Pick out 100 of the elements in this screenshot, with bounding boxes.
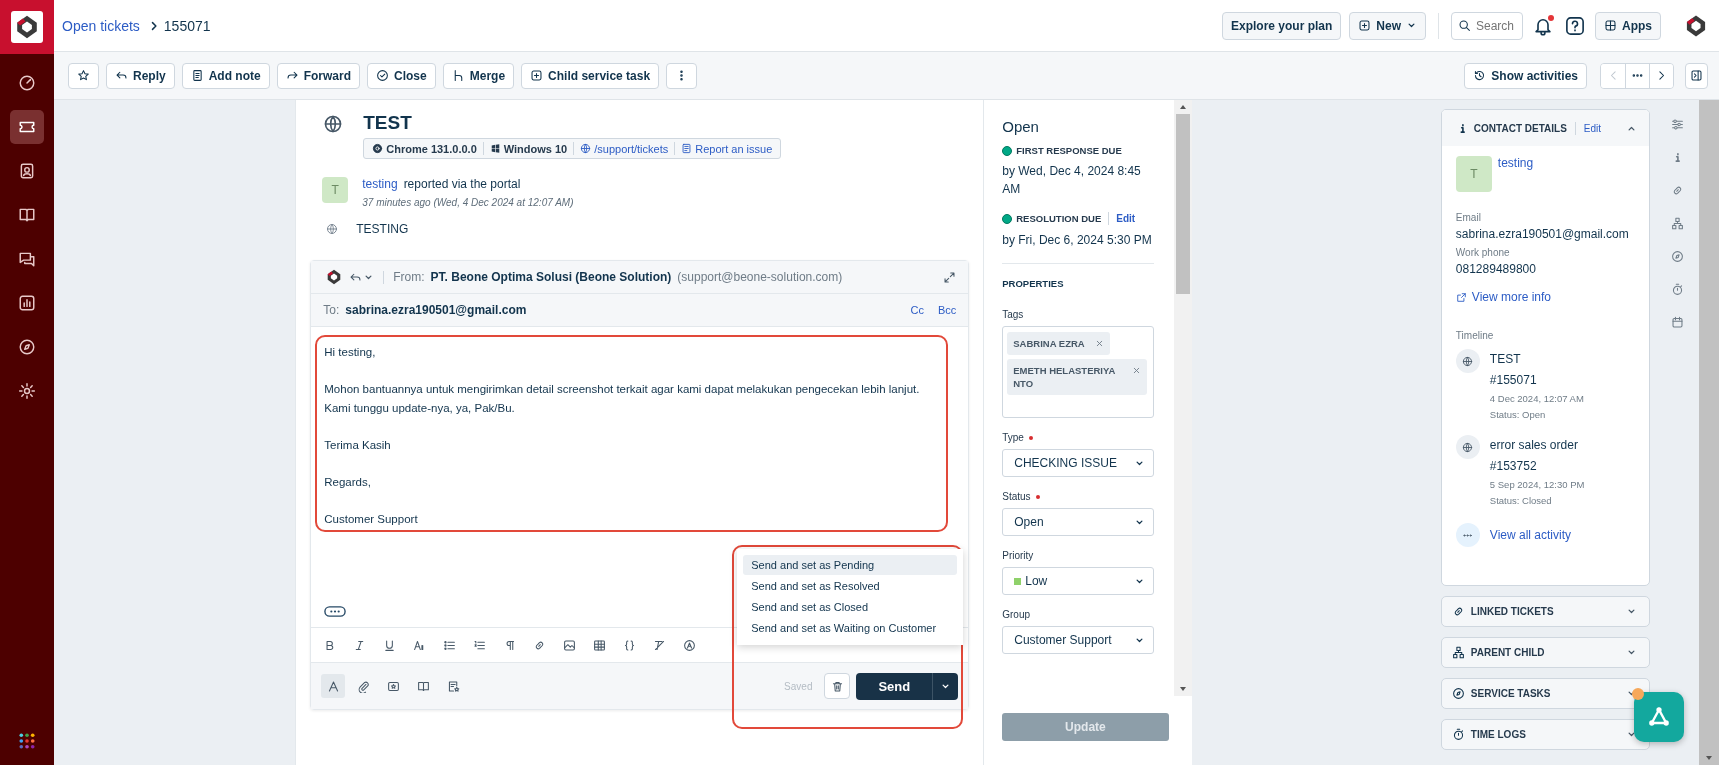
document-icon	[681, 143, 693, 154]
more-icon[interactable]	[324, 606, 347, 617]
hierarchy-icon	[1451, 646, 1465, 659]
star-button[interactable]	[68, 62, 99, 89]
menu-item[interactable]: Send and set as Pending	[743, 555, 958, 575]
message-text: Terima Kasih	[324, 437, 392, 453]
tags-field[interactable]: SABRINA EZRA EMETH HELASTERIYA NTO	[1002, 326, 1154, 418]
toolbar-button[interactable]: Merge	[442, 62, 515, 89]
panel-toggle-button[interactable]	[1685, 62, 1708, 89]
send-button[interactable]: Send	[856, 672, 933, 700]
gauge-icon	[18, 74, 36, 92]
toolbar-button[interactable]: Close	[367, 62, 436, 89]
menu-item[interactable]: Send and set as Closed	[743, 597, 958, 617]
clock-icon	[1473, 69, 1487, 82]
logo-tile[interactable]	[0, 0, 54, 54]
assistant-button[interactable]	[1633, 692, 1684, 742]
breadcrumb-link[interactable]: Open tickets	[62, 17, 140, 34]
toolbar-button[interactable]: Add note	[181, 62, 270, 89]
bcc-link[interactable]: Bcc	[937, 304, 957, 316]
card-header[interactable]: CONTACT DETAILS Edit	[1441, 110, 1650, 146]
compass-icon	[1670, 250, 1684, 263]
editor-tool-button[interactable]	[321, 674, 346, 698]
chat-icon	[18, 250, 36, 268]
scrollbar[interactable]	[1699, 100, 1719, 765]
expand-button[interactable]	[943, 270, 957, 284]
field-label: Work phone	[1455, 247, 1511, 258]
check-circle-icon	[376, 69, 390, 82]
stopwatch-icon	[1670, 283, 1684, 296]
ticket-status: Open	[1002, 118, 1040, 135]
menu-item[interactable]: Send and set as Waiting on Customer	[743, 618, 958, 638]
menu-item[interactable]: Send and set as Resolved	[743, 576, 958, 596]
collapsed-section[interactable]: PARENT CHILD	[1440, 637, 1651, 668]
text-format-icon	[326, 679, 340, 693]
unread-dot	[1548, 14, 1554, 21]
panel-button[interactable]	[1670, 283, 1684, 296]
browser-icon	[372, 143, 384, 154]
view-more-link[interactable]: View more info	[1455, 290, 1636, 304]
view-all-link[interactable]: View all activity	[1489, 528, 1571, 542]
toolbar-button[interactable]: Reply	[106, 62, 175, 89]
phone-text: 081289489800	[1455, 262, 1537, 276]
timeline-label: Timeline	[1455, 330, 1495, 341]
compass-icon	[1451, 687, 1465, 700]
braces-icon	[622, 638, 636, 652]
send-options-button[interactable]	[932, 672, 959, 700]
message-text: Mohon bantuannya untuk mengirimkan detail screenshot terkait agar kami dapat melakukan pengecekan lebih lanjut.	[324, 382, 921, 397]
panel-button[interactable]	[1670, 250, 1684, 263]
message-text: Hi testing,	[324, 345, 377, 360]
contact-card-icon	[18, 162, 36, 180]
select-field[interactable]: Open	[1002, 508, 1154, 536]
toolbar-button[interactable]: Forward	[276, 62, 361, 89]
from-email: (support@beone-solution.com)	[677, 270, 843, 284]
arrow-down-icon[interactable]	[1705, 755, 1714, 761]
panel-button[interactable]	[1670, 217, 1684, 230]
delete-button[interactable]	[824, 673, 851, 699]
card-title: PARENT CHILD	[1470, 647, 1545, 658]
card-title: LINKED TICKETS	[1470, 606, 1554, 617]
explore-plan-button[interactable]: Explore your plan	[1221, 11, 1342, 40]
new-button[interactable]: New	[1349, 11, 1426, 40]
edit-link[interactable]: Edit	[1116, 213, 1136, 224]
collapsed-section[interactable]: SERVICE TASKS	[1440, 678, 1651, 709]
apps-grid-icon[interactable]	[19, 733, 35, 749]
calendar-icon	[1670, 316, 1684, 329]
meta-info: Chrome 131.0.0.0	[372, 142, 477, 155]
ticket-title: TEST	[363, 112, 413, 134]
globe-icon	[1462, 441, 1474, 453]
timeline-title[interactable]: TEST	[1489, 349, 1584, 370]
arrow-up-icon[interactable]	[1178, 104, 1187, 110]
timeline-date: 5 Sep 2024, 12:30 PM	[1489, 478, 1585, 492]
field-label: Group	[1002, 609, 1031, 620]
sla-label: FIRST RESPONSE DUE	[1016, 145, 1122, 156]
requester-link[interactable]: testing	[362, 177, 398, 191]
reported-text: reported via the portal	[403, 177, 521, 191]
panel-button[interactable]	[1670, 316, 1684, 329]
collapsed-section[interactable]: LINKED TICKETS	[1440, 596, 1651, 627]
cc-link[interactable]: Cc	[910, 304, 924, 316]
apps-button[interactable]: Apps	[1595, 11, 1661, 40]
panel-button[interactable]	[1670, 118, 1684, 131]
ticket-id: #155071	[1489, 372, 1538, 389]
search-field[interactable]: Search	[1451, 11, 1523, 40]
toolbar-button[interactable]: Child service task	[521, 62, 660, 89]
scrollbar[interactable]	[1173, 100, 1192, 696]
globe-icon	[580, 143, 592, 154]
scroll-thumb[interactable]	[1175, 114, 1190, 294]
select-field[interactable]: Low	[1002, 567, 1154, 595]
collapsed-section[interactable]: TIME LOGS	[1440, 719, 1651, 750]
meta-link[interactable]: Report an issue	[681, 142, 773, 155]
timeline-title[interactable]: error sales order	[1489, 435, 1585, 456]
meta-link[interactable]: /support/tickets	[580, 142, 669, 155]
select-field[interactable]: CHECKING ISSUE	[1002, 449, 1154, 477]
contact-name-link[interactable]: testing	[1497, 156, 1534, 170]
select-field[interactable]: Customer Support	[1002, 626, 1154, 654]
more-button[interactable]	[1625, 63, 1649, 88]
nav-button[interactable]	[10, 110, 44, 144]
expand-icon	[943, 270, 957, 284]
spell-check-icon	[682, 638, 696, 652]
show-activities-button[interactable]: Show activities	[1464, 62, 1587, 89]
clear-format-icon	[652, 638, 666, 652]
avatar: T	[1455, 156, 1492, 192]
edit-link[interactable]: Edit	[1583, 122, 1602, 134]
arrow-down-icon[interactable]	[1178, 686, 1187, 692]
